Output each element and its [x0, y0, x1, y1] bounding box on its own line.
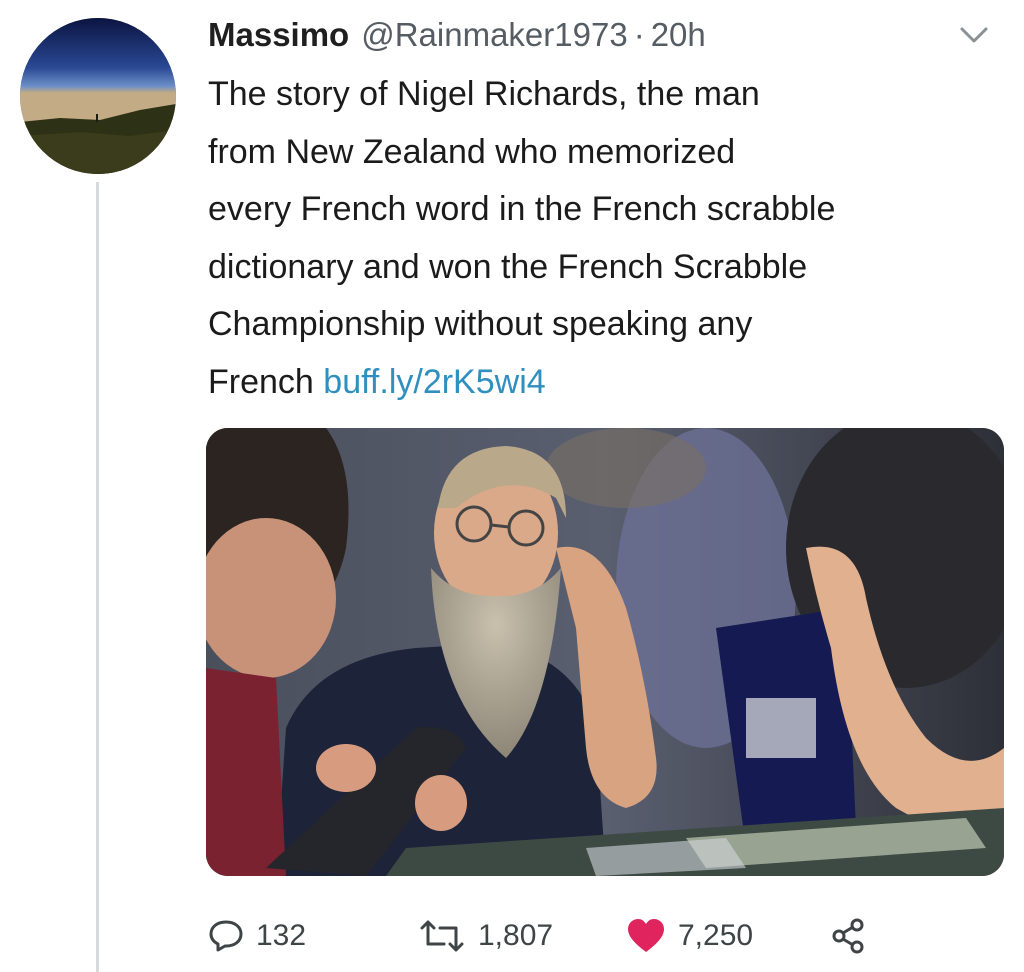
tweet-text-word: French: [208, 362, 314, 401]
heart-icon: [628, 919, 664, 952]
tweet-text-line: The story of Nigel Richards, the man: [208, 75, 760, 113]
tweet-time[interactable]: 20h: [651, 16, 706, 54]
like-button[interactable]: 7,250: [626, 910, 753, 962]
tweet-photo[interactable]: [206, 428, 1004, 876]
tweet-text-line: dictionary and won the French Scrabble: [208, 247, 808, 286]
tweet-text-line: Championship without speaking any: [208, 305, 753, 343]
reply-icon: [209, 920, 243, 952]
landscape-avatar-image: [20, 18, 176, 174]
like-count: 7,250: [678, 919, 754, 952]
tweet-header: Massimo @Rainmaker1973 · 20h: [208, 16, 706, 60]
photo-scrabble-player: [206, 428, 1004, 876]
thread-line: [96, 182, 99, 972]
author-handle[interactable]: @Rainmaker1973: [361, 16, 627, 54]
reply-button[interactable]: 132: [208, 910, 306, 962]
retweet-button[interactable]: 1,807: [418, 910, 553, 962]
retweet-icon: [420, 920, 464, 952]
tweet-text-line: every French word in the French scrabble: [208, 190, 836, 228]
reply-count: 132: [256, 919, 307, 952]
share-icon: [832, 918, 864, 954]
avatar[interactable]: [20, 18, 176, 174]
tweet: Massimo @Rainmaker1973 · 20h The story o…: [0, 0, 1024, 972]
tweet-actions: 132 1,807 7,250: [208, 910, 1008, 962]
tweet-link[interactable]: buff.ly/2rK5wi4: [323, 363, 545, 401]
tweet-text: The story of Nigel Richards, the man fro…: [208, 66, 1008, 411]
tweet-text-last-line: French buff.ly/2rK5wi4: [208, 354, 1008, 412]
tweet-text-line: from New Zealand who memorized: [208, 132, 736, 171]
share-button[interactable]: [830, 910, 866, 962]
author-name[interactable]: Massimo: [208, 16, 349, 54]
separator-dot: ·: [633, 16, 645, 53]
retweet-count: 1,807: [478, 919, 554, 952]
chevron-down-icon[interactable]: [958, 24, 990, 46]
